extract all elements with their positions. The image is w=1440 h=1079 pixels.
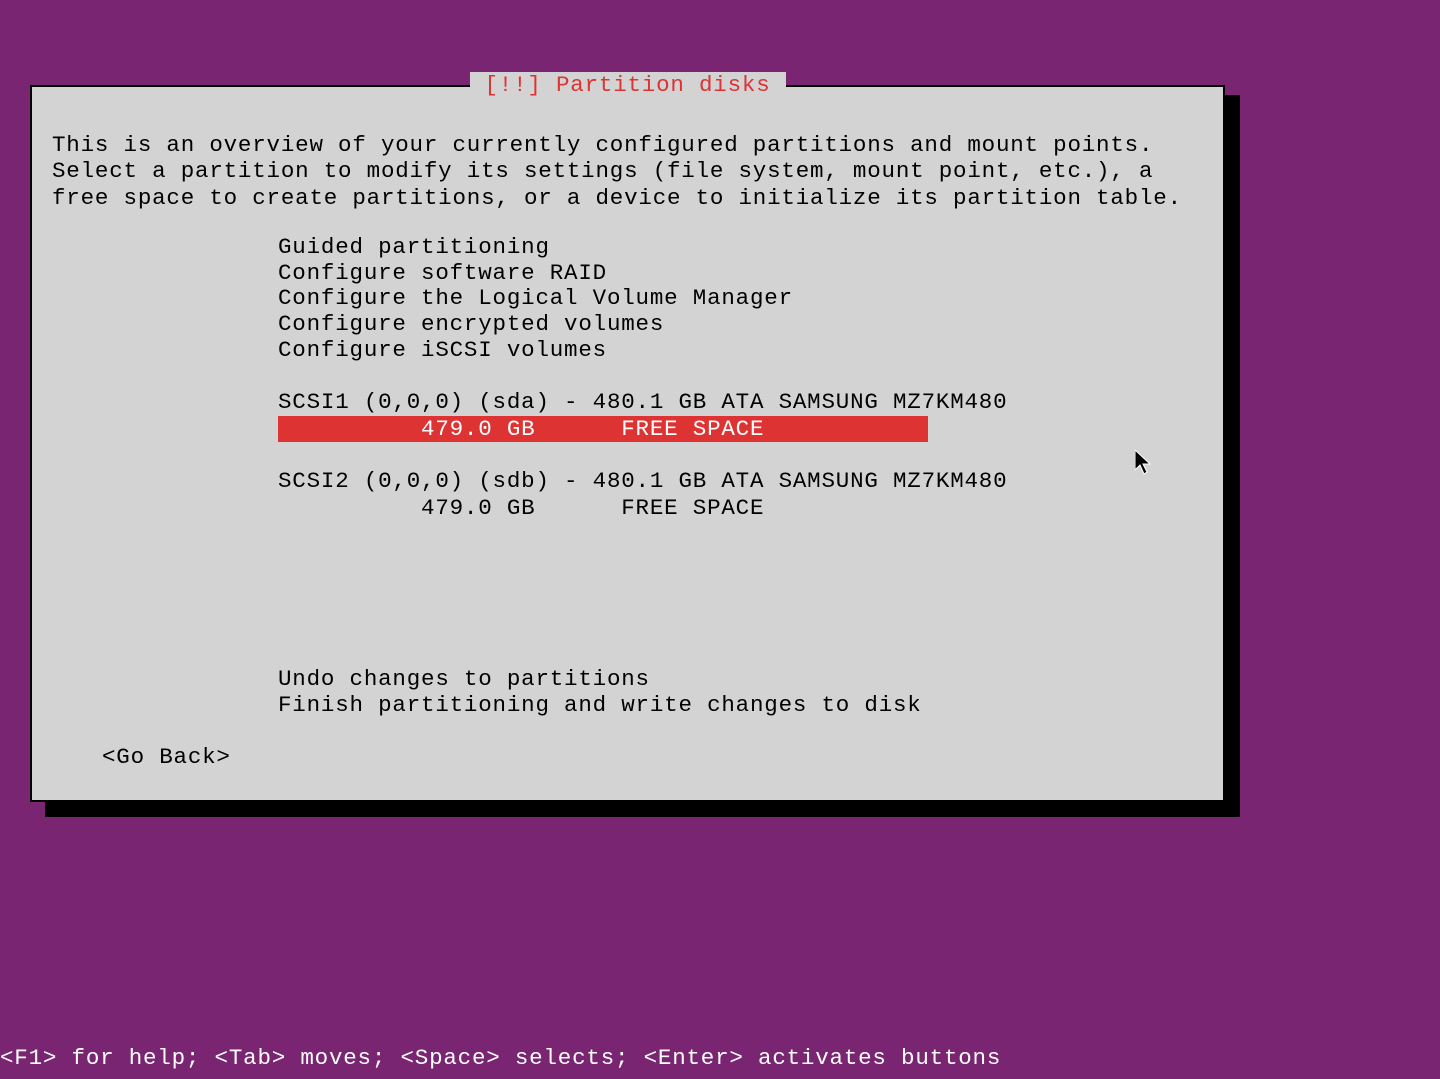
menu-guided-partitioning[interactable]: Guided partitioning (278, 235, 793, 261)
menu-undo-changes[interactable]: Undo changes to partitions (278, 667, 922, 693)
disk-sdb-free-space[interactable]: 479.0 GB FREE SPACE (278, 495, 1007, 522)
finish-menu: Undo changes to partitions Finish partit… (278, 667, 922, 718)
menu-configure-iscsi[interactable]: Configure iSCSI volumes (278, 338, 793, 364)
menu-configure-lvm[interactable]: Configure the Logical Volume Manager (278, 286, 793, 312)
dialog-title-text: [!!] Partition disks (484, 72, 770, 98)
go-back-button[interactable]: <Go Back> (102, 744, 231, 770)
disk-sda-free-space[interactable]: 479.0 GB FREE SPACE (278, 416, 928, 443)
menu-finish-partitioning[interactable]: Finish partitioning and write changes to… (278, 693, 922, 719)
disk-sdb-header[interactable]: SCSI2 (0,0,0) (sdb) - 480.1 GB ATA SAMSU… (278, 468, 1007, 495)
config-menu: Guided partitioning Configure software R… (278, 235, 793, 363)
partition-dialog: [!!] Partition disks This is an overview… (30, 85, 1225, 802)
disk-sda-header[interactable]: SCSI1 (0,0,0) (sda) - 480.1 GB ATA SAMSU… (278, 389, 1007, 416)
blank-separator (278, 442, 1007, 468)
dialog-description: This is an overview of your currently co… (52, 132, 1203, 211)
footer-help-hint: <F1> for help; <Tab> moves; <Space> sele… (0, 1045, 1001, 1071)
menu-configure-encrypted[interactable]: Configure encrypted volumes (278, 312, 793, 338)
menu-configure-raid[interactable]: Configure software RAID (278, 261, 793, 287)
dialog-title: [!!] Partition disks (469, 72, 785, 98)
disk-list: SCSI1 (0,0,0) (sda) - 480.1 GB ATA SAMSU… (278, 389, 1007, 521)
